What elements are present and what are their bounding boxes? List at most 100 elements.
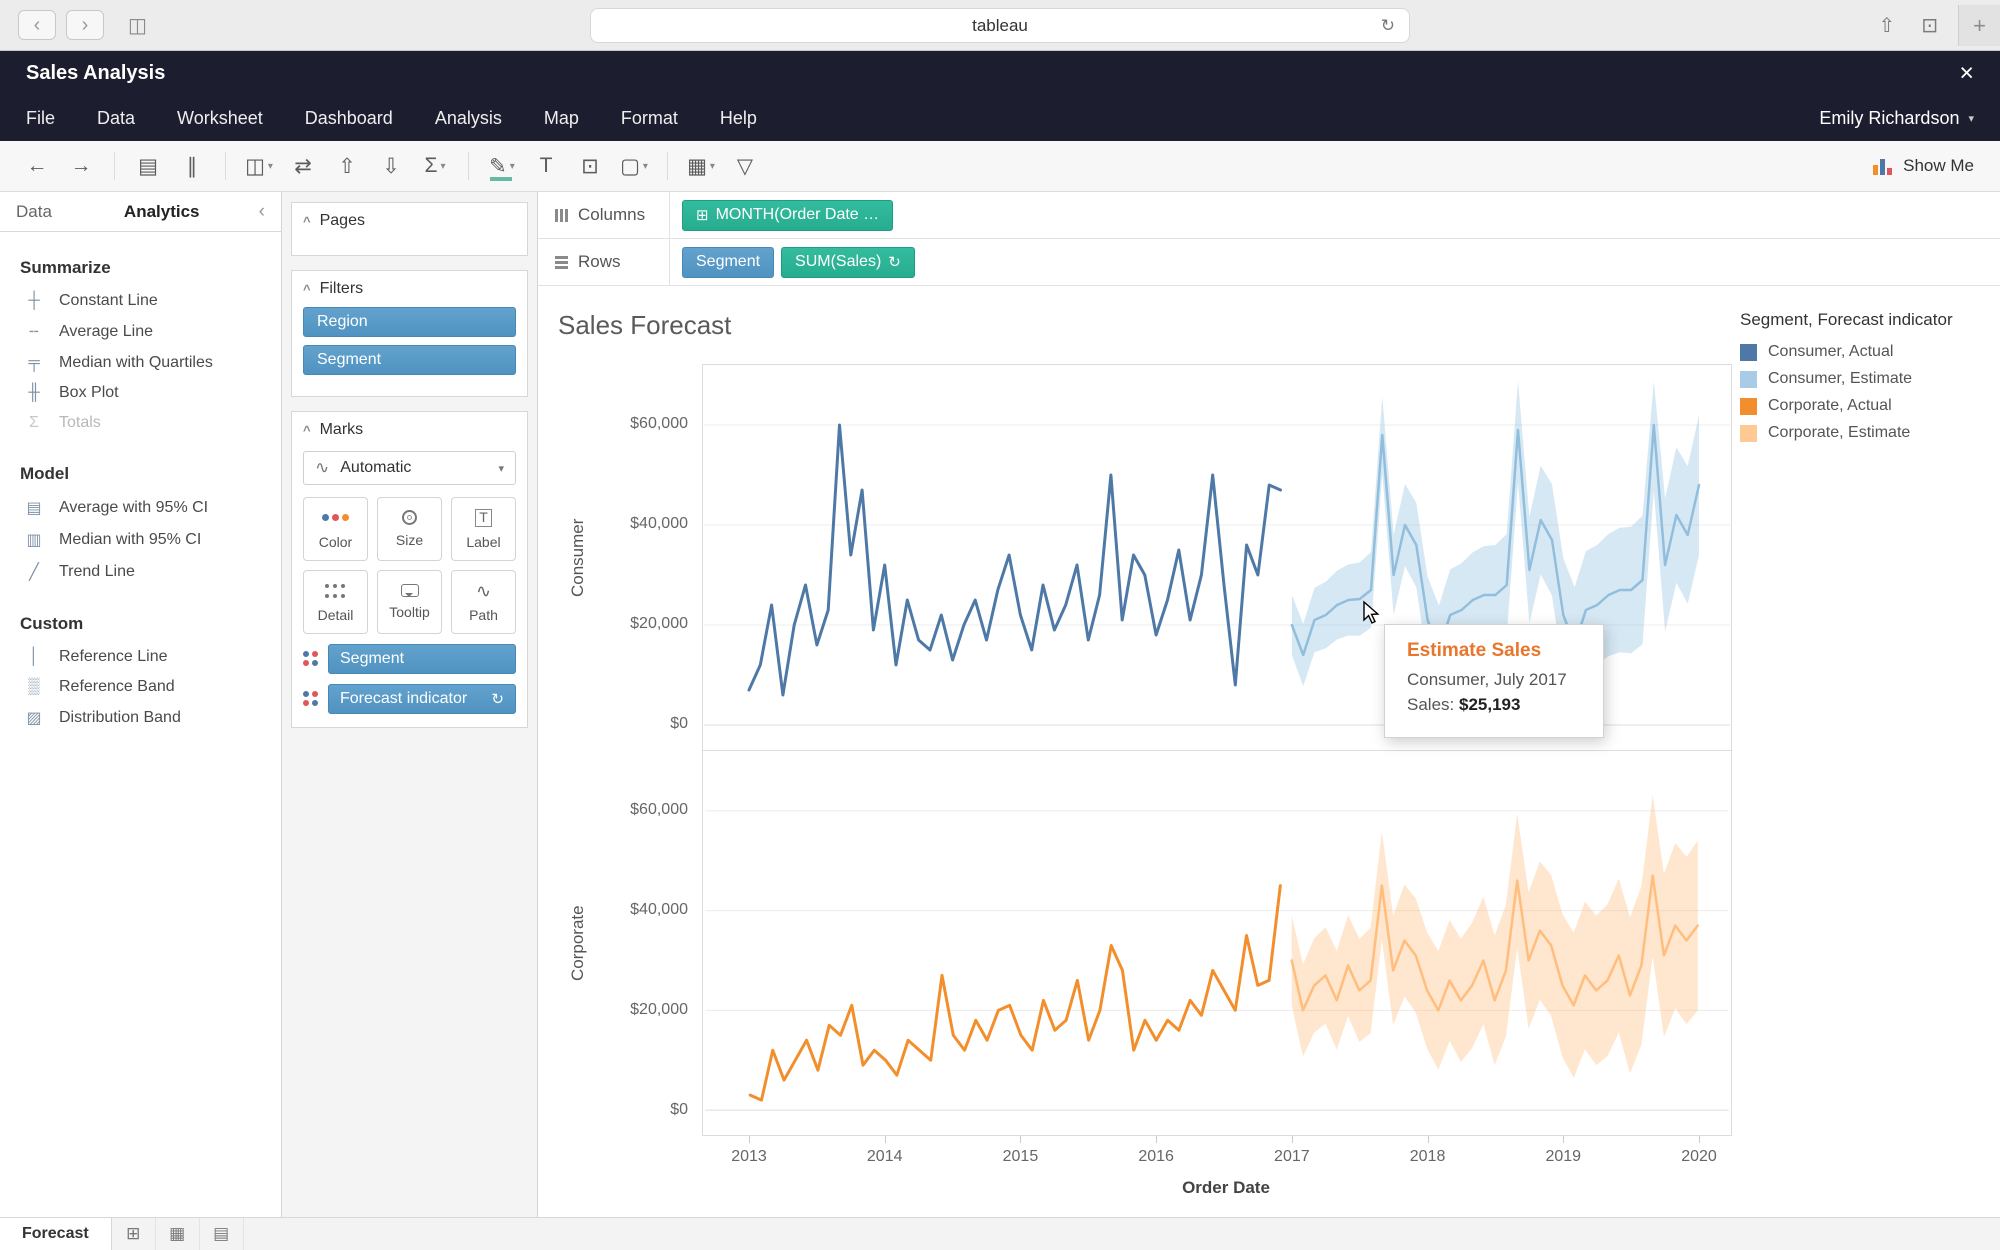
legend-item-consumer-estimate[interactable]: Consumer, Estimate xyxy=(1740,370,1990,388)
legend-item-corporate-estimate[interactable]: Corporate, Estimate xyxy=(1740,424,1990,442)
browser-back-button[interactable]: ‹ xyxy=(18,10,56,40)
menu-item-worksheet[interactable]: Worksheet xyxy=(177,108,263,129)
mark-button-size[interactable]: Size xyxy=(377,497,442,561)
cell-size-button[interactable]: ▢ ▾ xyxy=(613,147,655,185)
analytics-item-label: Distribution Band xyxy=(59,709,181,726)
mark-button-tooltip[interactable]: Tooltip xyxy=(377,570,442,634)
swap-rows-columns-button[interactable]: ⇄ xyxy=(282,147,324,185)
close-icon[interactable]: × xyxy=(1959,61,1974,86)
box-plot-icon: ╫ xyxy=(28,384,40,401)
pause-auto-updates-button[interactable]: ∥ xyxy=(171,147,213,185)
menu-item-data[interactable]: Data xyxy=(97,108,135,129)
analytics-item-box-plot[interactable]: ╫ Box Plot xyxy=(0,378,281,408)
shelf-pill-segment[interactable]: Segment xyxy=(682,246,775,278)
mark-button-label[interactable]: T Label xyxy=(451,497,516,561)
row-header-consumer: Consumer xyxy=(568,518,587,597)
browser-sidebar-button[interactable]: ◫ xyxy=(128,13,147,38)
fix-axes-button[interactable]: ⊡ xyxy=(569,147,611,185)
menu-item-file[interactable]: File xyxy=(26,108,55,129)
analytics-item-label: Average with 95% CI xyxy=(59,499,209,516)
shelf-pill-sum-sales[interactable]: SUM(Sales) ↻ xyxy=(781,246,915,278)
y-axis-label: $0 xyxy=(670,1101,688,1118)
new-worksheet-button[interactable]: ⊞ xyxy=(112,1218,156,1250)
analytics-item-distribution-band[interactable]: ▨ Distribution Band xyxy=(0,702,281,734)
totals-button[interactable]: Σ ▾ xyxy=(414,147,456,185)
presentation-mode-button[interactable]: ▽ xyxy=(724,147,766,185)
new-worksheet-button[interactable]: ◫ ▾ xyxy=(238,147,280,185)
mark-button-path[interactable]: ∿ Path xyxy=(451,570,516,634)
color-legend-icon xyxy=(303,651,319,667)
redo-button[interactable]: → xyxy=(60,147,102,185)
show-me-button[interactable]: Show Me xyxy=(1873,156,1984,176)
analytics-item-constant-line[interactable]: ┼ Constant Line xyxy=(0,286,281,316)
new-story-button[interactable]: ▤ xyxy=(200,1218,244,1250)
shelf-pill-month-order-date[interactable]: ⊞ MONTH(Order Date … xyxy=(682,199,894,231)
analytics-item-label: Totals xyxy=(59,414,101,431)
x-axis-tick xyxy=(1291,1136,1293,1143)
browser-forward-button[interactable]: › xyxy=(66,10,104,40)
menu-item-map[interactable]: Map xyxy=(544,108,579,129)
sheet-canvas[interactable]: Sales Forecast Order Date Segment, Forec… xyxy=(538,286,2000,1217)
mark-button-color[interactable]: Color xyxy=(303,497,368,561)
x-axis-label: 2020 xyxy=(1681,1148,1717,1165)
show-hide-cards-button[interactable]: ▦ ▾ xyxy=(680,147,722,185)
legend-title: Segment, Forecast indicator xyxy=(1740,310,1953,329)
pages-card-header[interactable]: ^ Pages xyxy=(292,203,527,237)
distribution-band-icon: ▨ xyxy=(26,710,42,727)
refresh-icon[interactable]: ↻ xyxy=(1381,16,1395,36)
highlight-icon: ✎ xyxy=(489,154,507,178)
filter-pill-segment[interactable]: Segment xyxy=(303,345,516,375)
rows-shelf[interactable]: Rows Segment SUM(Sales) ↻ xyxy=(538,239,2000,286)
analytics-item-reference-band[interactable]: ▒ Reference Band xyxy=(0,672,281,702)
mark-pill-forecast-indicator[interactable]: Forecast indicator ↻ xyxy=(328,684,516,714)
analytics-item-median-with-quartiles[interactable]: ╤ Median with Quartiles xyxy=(0,348,281,378)
analytics-item-reference-line[interactable]: │ Reference Line xyxy=(0,642,281,672)
filter-pill-region[interactable]: Region xyxy=(303,307,516,337)
legend-item-corporate-actual[interactable]: Corporate, Actual xyxy=(1740,397,1990,415)
menu-item-help[interactable]: Help xyxy=(720,108,757,129)
analytics-item-average-line[interactable]: ╌ Average Line xyxy=(0,316,281,348)
tab-overview-icon[interactable]: ⊡ xyxy=(1921,13,1938,38)
new-data-source-button[interactable]: ▤ xyxy=(127,147,169,185)
mark-type-dropdown[interactable]: ∿ Automatic ▾ xyxy=(303,451,516,485)
shelves-pane: ^ Pages ^ Filters Region Segment ^ Marks … xyxy=(282,192,538,1217)
menu-item-dashboard[interactable]: Dashboard xyxy=(305,108,393,129)
legend-item-label: Corporate, Actual xyxy=(1768,397,1892,414)
filters-card-header[interactable]: ^ Filters xyxy=(292,271,527,305)
y-axis-label: $40,000 xyxy=(630,901,688,918)
sort-descending-button[interactable]: ⇩ xyxy=(370,147,412,185)
toolbar: ← → ▤ ∥ ◫ ▾ ⇄ ⇧ ⇩ Σ ▾ ✎ ▾ T ⊡ ▢ ▾ ▦ ▾ ▽ Show Me xyxy=(0,141,2000,192)
undo-button[interactable]: ← xyxy=(16,147,58,185)
marks-card-header[interactable]: ^ Marks xyxy=(292,412,527,446)
analytics-item-trend-line[interactable]: ╱ Trend Line xyxy=(0,556,281,588)
mark-pill-row: Forecast indicator ↻ xyxy=(303,684,516,714)
analytics-item-average-with-95-ci[interactable]: ▤ Average with 95% CI xyxy=(0,492,281,524)
user-menu[interactable]: Emily Richardson ▾ xyxy=(1819,108,1974,129)
show-mark-labels-button[interactable]: T xyxy=(525,147,567,185)
analytics-item-median-with-95-ci[interactable]: ▥ Median with 95% CI xyxy=(0,524,281,556)
tooltip-sales-line: Sales: $25,193 xyxy=(1407,695,1521,714)
legend-item-consumer-actual[interactable]: Consumer, Actual xyxy=(1740,343,1990,361)
address-bar[interactable]: tableau ↻ xyxy=(590,8,1410,43)
chart-plot-area[interactable] xyxy=(702,364,1732,1136)
section-title-model: Model xyxy=(20,464,70,483)
date-hierarchy-icon: ⊞ xyxy=(696,207,709,224)
x-axis-label: 2015 xyxy=(1002,1148,1039,1165)
menu-item-format[interactable]: Format xyxy=(621,108,678,129)
sort-ascending-button[interactable]: ⇧ xyxy=(326,147,368,185)
new-dashboard-button[interactable]: ▦ xyxy=(156,1218,200,1250)
chart-panel-corporate[interactable] xyxy=(703,750,1731,1135)
highlight-button[interactable]: ✎ ▾ xyxy=(481,147,523,185)
new-tab-button[interactable]: + xyxy=(1958,5,2000,46)
legend-item-label: Consumer, Actual xyxy=(1768,343,1894,360)
menu-item-analysis[interactable]: Analysis xyxy=(435,108,502,129)
tab-analytics[interactable]: Analytics xyxy=(124,202,200,222)
mark-pill-segment[interactable]: Segment xyxy=(328,644,516,674)
share-icon[interactable]: ⇧ xyxy=(1878,13,1895,38)
tab-data[interactable]: Data xyxy=(16,202,52,222)
collapse-pane-icon[interactable]: ‹ xyxy=(259,201,265,223)
mark-button-detail[interactable]: Detail xyxy=(303,570,368,634)
columns-shelf[interactable]: Columns ⊞ MONTH(Order Date … xyxy=(538,192,2000,239)
sheet-tab-forecast[interactable]: Forecast xyxy=(0,1218,112,1250)
analytics-pane: Data Analytics ‹ Summarize ┼ Constant Line… xyxy=(0,192,282,1217)
